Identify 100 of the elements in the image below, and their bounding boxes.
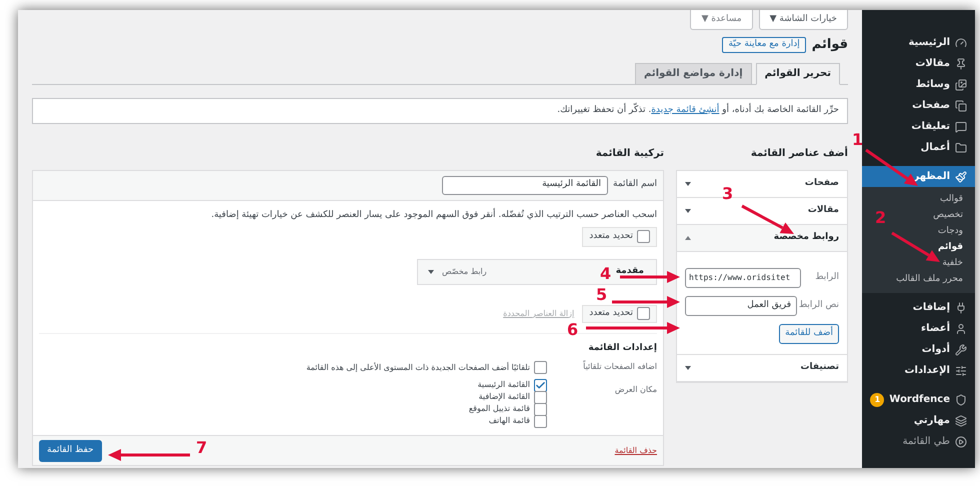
caret-up-icon[interactable]: [685, 236, 691, 240]
checkbox[interactable]: [534, 414, 547, 428]
accordion-title[interactable]: مقالات: [808, 204, 839, 218]
sidebar-label: وسائط: [916, 78, 950, 92]
live-preview-button[interactable]: إدارة مع معاينة حيّة: [722, 36, 806, 53]
annotation-arrow: [741, 204, 794, 234]
accordion-title[interactable]: صفحات: [804, 176, 839, 190]
sidebar-item[interactable]: إضافات: [862, 297, 975, 318]
submenu-item[interactable]: محرر ملف القالب: [896, 273, 963, 287]
annotation-number: 1: [852, 132, 864, 148]
location-option[interactable]: القائمة الإضافية: [468, 391, 547, 403]
submenu-item[interactable]: خلفية: [942, 257, 963, 271]
plug-icon: [955, 302, 967, 314]
sidebar-item[interactable]: تعليقات: [862, 116, 975, 137]
submenu-item[interactable]: ودجات: [938, 225, 963, 239]
sidebar-label: تعليقات: [911, 120, 950, 134]
auto-add-option[interactable]: تلقائيًا أضف الصفحات الجديدة ذات المستوى الأعلى إلى هذه القائمة: [306, 361, 547, 374]
url-field[interactable]: https://www.oridsitet: [685, 268, 801, 288]
user-icon: [955, 322, 967, 334]
bulk-select-option[interactable]: تحديد متعدد: [582, 304, 657, 322]
caret-down-icon[interactable]: [428, 270, 434, 274]
sidebar-item[interactable]: أعمال: [862, 137, 975, 158]
page-title: قوائم: [812, 36, 848, 54]
caret-down-icon[interactable]: [685, 182, 691, 186]
link-text-field[interactable]: فريق العمل: [685, 296, 797, 316]
top-tab-button[interactable]: خيارات الشاشة ▼: [758, 10, 848, 30]
annotation-number: 3: [722, 186, 734, 202]
sidebar-label: إضافات: [912, 301, 950, 315]
annotation-arrow: [891, 232, 940, 262]
section-heading: تركيبة القائمة: [594, 146, 664, 160]
wrench-icon: [955, 344, 967, 356]
delete-menu-link[interactable]: حذف القائمة: [614, 444, 657, 456]
folder-icon: [955, 142, 967, 154]
sliders-icon: [955, 364, 967, 376]
shield-icon: [955, 394, 967, 406]
submenu-item[interactable]: قوالب: [940, 193, 963, 207]
sidebar-item[interactable]: وسائط: [862, 74, 975, 95]
checkbox[interactable]: [637, 307, 650, 320]
sidebar-item[interactable]: مهارتي: [862, 410, 975, 431]
sidebar-label: المظهر: [914, 170, 950, 184]
field-label: اسم القائمة: [613, 178, 657, 192]
annotation-number: 4: [600, 266, 612, 282]
field-label: نص الرابط: [798, 298, 839, 312]
count-badge: 1: [870, 392, 884, 406]
annotation-arrow: [612, 296, 680, 308]
sidebar-label: صفحات: [912, 99, 950, 113]
top-tab-button[interactable]: مساعدة ▼: [690, 10, 753, 30]
location-option[interactable]: قائمة الهاتف: [468, 415, 547, 427]
sidebar-item[interactable]: المظهر: [862, 166, 975, 187]
images-icon: [955, 78, 967, 90]
sidebar-item[interactable]: صفحات: [862, 95, 975, 116]
tab[interactable]: إدارة مواضع القوائم: [635, 62, 752, 84]
comment-icon: [955, 120, 967, 132]
dashboard-icon: [955, 36, 967, 48]
menu-name-field[interactable]: القائمة الرئيسية: [442, 176, 608, 194]
settings-heading: إعدادات القائمة: [587, 342, 657, 354]
caret-down-icon[interactable]: [685, 208, 691, 212]
location-option[interactable]: القائمة الرئيسية: [468, 379, 547, 391]
sidebar-label: طي القائمة: [902, 435, 950, 449]
checkbox[interactable]: [637, 230, 650, 243]
sidebar-item[interactable]: أدوات: [862, 339, 975, 360]
create-menu-link[interactable]: أنشِئ قائمة جديدة: [651, 104, 720, 115]
sidebar-item[interactable]: الإعدادات: [862, 360, 975, 381]
notice-message: حرِّر القائمة الخاصة بك أدناه، أو أنشِئ قائمة جديدة. تذكّر أن تحفظ تغييراتك.: [32, 98, 848, 124]
sidebar-item[interactable]: الرئيسية: [862, 32, 975, 53]
accordion-title[interactable]: تصنيفات: [800, 360, 839, 374]
sidebar-label: أدوات: [922, 342, 950, 357]
sidebar-item[interactable]: طي القائمة: [862, 431, 975, 452]
submenu-item[interactable]: قوائم: [938, 241, 963, 255]
sidebar-item[interactable]: أعضاء: [862, 318, 975, 339]
field-label: الرابط: [815, 270, 839, 284]
checkbox[interactable]: [534, 361, 547, 374]
sidebar-label: الإعدادات: [904, 364, 950, 378]
sidebar-label: مهارتي: [914, 414, 950, 428]
submenu-item[interactable]: تخصيص: [933, 209, 963, 223]
field-label: اضافه الصفحات تلقائياً: [582, 361, 657, 373]
field-label: مكان العرض: [614, 384, 657, 396]
add-to-menu-button[interactable]: أضف للقائمة: [779, 324, 839, 344]
layers-icon: [955, 414, 967, 426]
sidebar-label: أعضاء: [921, 321, 950, 336]
annotation-number: 2: [875, 210, 886, 226]
pages-icon: [955, 100, 967, 112]
checkbox[interactable]: [534, 390, 547, 404]
location-option[interactable]: قائمة تذييل الموقع: [468, 403, 547, 415]
sidebar-label: أعمال: [920, 140, 950, 155]
sidebar-item[interactable]: 1 Wordfence: [862, 389, 975, 410]
pin-icon: [955, 58, 967, 70]
checkbox[interactable]: [534, 378, 547, 392]
sidebar-label: Wordfence: [889, 393, 950, 407]
annotation-number: 5: [596, 287, 608, 303]
caret-down-icon[interactable]: [685, 366, 691, 370]
tab[interactable]: تحرير القوائم: [756, 62, 840, 84]
checkbox[interactable]: [534, 402, 547, 416]
section-heading: أضف عناصر القائمة: [750, 146, 848, 160]
sidebar-label: الرئيسية: [908, 36, 950, 50]
sidebar-item[interactable]: مقالات: [862, 53, 975, 74]
bulk-select-option[interactable]: تحديد متعدد: [582, 226, 657, 246]
save-menu-button[interactable]: حفظ القائمة: [39, 440, 102, 462]
sidebar-label: مقالات: [915, 57, 950, 71]
annotation-number: 6: [567, 322, 578, 338]
